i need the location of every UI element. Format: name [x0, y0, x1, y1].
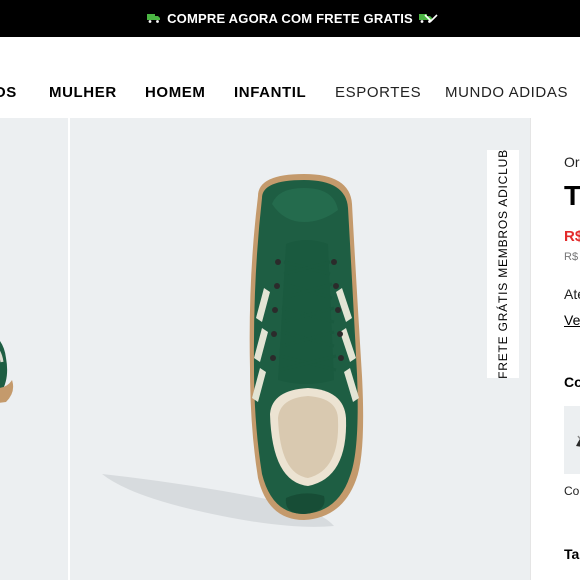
chevron-down-icon[interactable] [424, 11, 438, 25]
promo-bar[interactable]: COMPRE AGORA COM FRETE GRATIS [0, 0, 580, 37]
nav-item-mundo-adidas[interactable]: MUNDO ADIDAS [445, 84, 568, 101]
main-nav: OS MULHER HOMEM INFANTIL ESPORTES MUNDO … [0, 37, 580, 118]
nav-item-partial[interactable]: OS [0, 84, 17, 101]
swatch-shoe-image [576, 435, 580, 447]
nav-item-homem[interactable]: HOMEM [145, 84, 206, 101]
nav-item-infantil[interactable]: INFANTIL [234, 84, 306, 101]
truck-icon [147, 12, 161, 26]
nav-item-mulher[interactable]: MULHER [49, 84, 117, 101]
product-gallery: FRETE GRÁTIS MEMBROS ADICLUB [0, 118, 530, 580]
free-shipping-badge-text: FRETE GRÁTIS MEMBROS ADICLUB [496, 149, 511, 379]
original-price: R$ [564, 251, 579, 263]
color-swatch[interactable] [564, 406, 580, 474]
main-product-image[interactable] [72, 118, 530, 580]
promo-text: COMPRE AGORA COM FRETE GRATIS [167, 11, 413, 26]
product-title: T [564, 180, 580, 211]
shoe-image [102, 174, 364, 527]
previous-shoe-image [0, 341, 14, 403]
product-category[interactable]: Or [564, 154, 580, 170]
installments-text: Ate [564, 286, 580, 302]
free-shipping-badge: FRETE GRÁTIS MEMBROS ADICLUB [487, 149, 519, 379]
nav-item-esportes[interactable]: ESPORTES [335, 84, 421, 101]
colors-heading: Co [564, 374, 580, 390]
size-heading: Ta [564, 546, 580, 562]
sale-price: R$ [564, 228, 580, 245]
payment-options-link[interactable]: Ve [564, 312, 580, 328]
swatch-label: Co [564, 484, 580, 498]
previous-image[interactable] [0, 118, 70, 580]
product-info-panel: Or T R$ R$ Ate Ve Co Co Ta [530, 118, 580, 580]
